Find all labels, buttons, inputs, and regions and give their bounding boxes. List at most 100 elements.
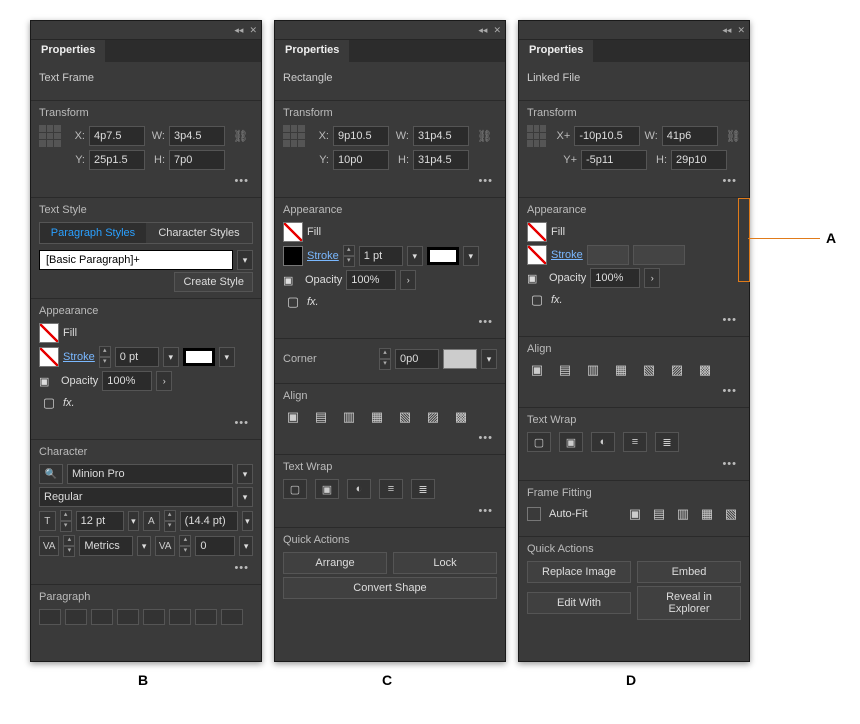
stroke-swatch[interactable] [39,347,59,367]
paragraph-align-icons[interactable] [39,609,253,625]
create-style-button[interactable]: Create Style [174,272,253,292]
stroke-style-swatch[interactable] [183,348,215,366]
leading-stepper[interactable]: ▴▾ [164,510,176,532]
align-top-icon[interactable]: ▧ [395,408,415,426]
size-chevron[interactable]: ▾ [128,511,139,531]
fill-swatch[interactable] [283,222,303,242]
tab-paragraph-styles[interactable]: Paragraph Styles [40,223,146,243]
opacity-arrow[interactable]: › [400,270,416,290]
x-input[interactable] [333,126,389,146]
embed-button[interactable]: Embed [637,561,741,583]
stroke-style-chevron[interactable]: ▾ [219,347,235,367]
collapse-icon[interactable]: ◂◂ [722,25,731,36]
reference-point-grid[interactable] [39,125,61,147]
corner-input[interactable] [395,349,439,369]
fit-content-icon[interactable]: ▣ [625,505,645,523]
fit-proportional-icon[interactable]: ▥ [673,505,693,523]
stroke-swatch[interactable] [527,245,547,265]
x-input[interactable] [89,126,145,146]
more-appearance[interactable]: ••• [283,314,497,328]
corner-stepper[interactable]: ▴▾ [379,348,391,370]
wrap-bounding-icon[interactable]: ▣ [315,479,339,499]
kerning-input[interactable] [79,536,133,556]
align-vcenter-icon[interactable]: ▨ [667,361,687,379]
align-top-icon[interactable]: ▧ [639,361,659,379]
h-input[interactable] [671,150,727,170]
wrap-none-icon[interactable]: ▢ [527,432,551,452]
corner-chevron[interactable]: ▾ [481,349,497,369]
more-transform[interactable]: ••• [283,173,497,187]
y-input[interactable] [333,150,389,170]
opacity-input[interactable] [590,268,640,288]
autofit-checkbox[interactable] [527,507,541,521]
blend-icon[interactable]: ▢ [527,291,547,309]
opacity-arrow[interactable]: › [644,268,660,288]
tracking-stepper[interactable]: ▴▾ [179,535,191,557]
constrain-icon[interactable]: ⛓ [726,129,741,143]
y-input[interactable] [89,150,145,170]
font-family-input[interactable] [67,464,233,484]
close-icon[interactable]: ✕ [737,25,745,36]
fill-swatch[interactable] [527,222,547,242]
more-wrap[interactable]: ••• [527,456,741,470]
h-input[interactable] [413,150,469,170]
more-appearance[interactable]: ••• [527,312,741,326]
wrap-none-icon[interactable]: ▢ [283,479,307,499]
wrap-jumpnext-icon[interactable]: ≣ [655,432,679,452]
fx-button[interactable]: fx. [307,296,319,308]
corner-shape-swatch[interactable] [443,349,477,369]
align-hcenter-icon[interactable]: ▥ [339,408,359,426]
collapse-icon[interactable]: ◂◂ [478,25,487,36]
align-bottom-icon[interactable]: ▩ [451,408,471,426]
stroke-weight-input[interactable] [115,347,159,367]
w-input[interactable] [169,126,225,146]
fit-frame-icon[interactable]: ▤ [649,505,669,523]
replace-image-button[interactable]: Replace Image [527,561,631,583]
wrap-jump-icon[interactable]: ≡ [379,479,403,499]
leading-chevron[interactable]: ▾ [242,511,253,531]
opacity-arrow[interactable]: › [156,371,172,391]
paragraph-style-select[interactable]: [Basic Paragraph]+ [39,250,233,270]
tab-character-styles[interactable]: Character Styles [146,223,252,243]
fx-button[interactable]: fx. [63,397,75,409]
lock-button[interactable]: Lock [393,552,497,574]
more-wrap[interactable]: ••• [283,503,497,517]
wrap-shape-icon[interactable]: ◐ [347,479,371,499]
reference-point-grid[interactable] [283,125,305,147]
opacity-input[interactable] [346,270,396,290]
wrap-jumpnext-icon[interactable]: ≣ [411,479,435,499]
arrange-button[interactable]: Arrange [283,552,387,574]
more-character[interactable]: ••• [39,560,253,574]
center-content-icon[interactable]: ▧ [721,505,741,523]
font-weight-input[interactable] [39,487,233,507]
tab-properties[interactable]: Properties [519,40,593,62]
search-font-icon[interactable]: 🔍 [39,464,63,484]
kerning-chevron[interactable]: ▾ [137,536,151,556]
stroke-style-chevron[interactable]: ▾ [463,246,479,266]
weight-chevron[interactable]: ▾ [237,487,253,507]
align-right-icon[interactable]: ▦ [367,408,387,426]
tab-properties[interactable]: Properties [275,40,349,62]
align-right-icon[interactable]: ▦ [611,361,631,379]
kerning-stepper[interactable]: ▴▾ [63,535,75,557]
opacity-input[interactable] [102,371,152,391]
style-dropdown-chevron[interactable]: ▾ [237,250,253,270]
stroke-stepper[interactable]: ▴▾ [343,245,355,267]
convert-shape-button[interactable]: Convert Shape [283,577,497,599]
align-bounds-icon[interactable]: ▣ [283,408,303,426]
stroke-link[interactable]: Stroke [551,249,583,261]
wrap-shape-icon[interactable]: ◐ [591,432,615,452]
w-input[interactable] [413,126,469,146]
edit-with-button[interactable]: Edit With [527,592,631,614]
align-bounds-icon[interactable]: ▣ [527,361,547,379]
stroke-weight-input[interactable] [359,246,403,266]
wrap-jump-icon[interactable]: ≡ [623,432,647,452]
font-chevron[interactable]: ▾ [237,464,253,484]
blend-icon[interactable]: ▢ [39,394,59,412]
close-icon[interactable]: ✕ [249,25,257,36]
font-size-input[interactable] [76,511,124,531]
more-transform[interactable]: ••• [39,173,253,187]
stroke-weight-chevron[interactable]: ▾ [407,246,423,266]
fill-swatch[interactable] [39,323,59,343]
wrap-bounding-icon[interactable]: ▣ [559,432,583,452]
